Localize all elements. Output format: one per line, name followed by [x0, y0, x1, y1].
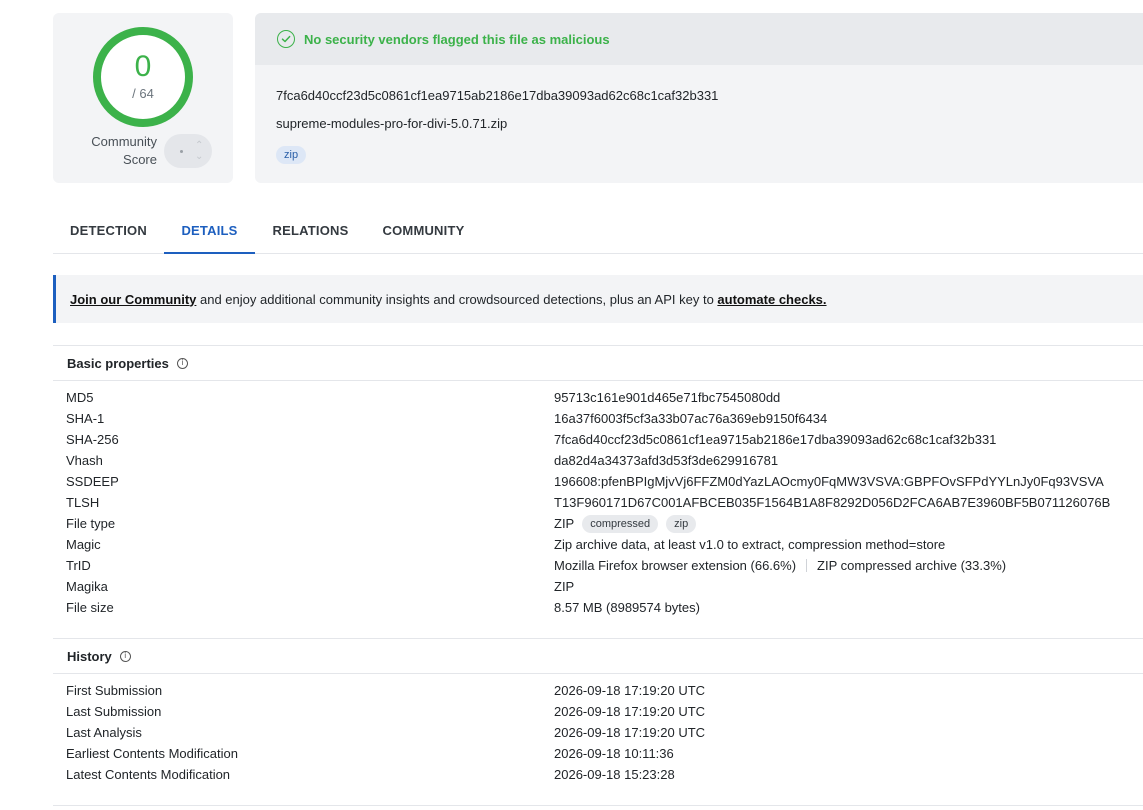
info-icon[interactable]: i: [119, 650, 131, 662]
tab-detection[interactable]: DETECTION: [53, 208, 164, 253]
section-title: History: [67, 648, 112, 664]
filetype-tag-compressed[interactable]: compressed: [582, 514, 659, 533]
check-circle-icon: [277, 30, 295, 48]
status-message: No security vendors flagged this file as…: [304, 31, 610, 47]
history-row-earliest-modification: Earliest Contents Modification 2026-09-1…: [66, 746, 674, 761]
section-title: Basic properties: [67, 355, 169, 371]
status-bar: No security vendors flagged this file as…: [255, 13, 1143, 65]
property-row-vhash: Vhash da82d4a34373afd3d53f3de629916781: [66, 453, 779, 468]
tab-community[interactable]: COMMUNITY: [366, 208, 481, 253]
property-row-md5: MD5 95713c161e901d465e71fbc7545080dd: [66, 390, 781, 405]
filetype-tag-zip[interactable]: zip: [666, 514, 697, 533]
file-tag[interactable]: zip: [276, 146, 307, 164]
history-row-latest-modification: Latest Contents Modification 2026-09-18 …: [66, 767, 675, 782]
history-row-last-analysis: Last Analysis 2026-09-18 17:19:20 UTC: [66, 725, 706, 740]
history-header[interactable]: History i: [53, 638, 1143, 674]
detection-count: 0: [134, 49, 152, 83]
banner-text: and enjoy additional community insights …: [196, 291, 718, 307]
basic-properties-list: MD5 95713c161e901d465e71fbc7545080dd SHA…: [66, 387, 1143, 618]
file-info-card: No security vendors flagged this file as…: [255, 13, 1143, 183]
automate-checks-link[interactable]: automate checks.: [717, 292, 826, 307]
trid-value-2: ZIP compressed archive (33.3%): [817, 558, 1007, 573]
history-row-first-submission: First Submission 2026-09-18 17:19:20 UTC: [66, 683, 706, 698]
history-row-last-submission: Last Submission 2026-09-18 17:19:20 UTC: [66, 704, 706, 719]
file-report-page: 0 / 64 Community Score ⌃ ⌄ No security ve…: [0, 0, 1143, 810]
tab-bar: DETECTION DETAILS RELATIONS COMMUNITY: [53, 208, 1143, 254]
property-row-sha256: SHA-256 7fca6d40ccf23d5c0861cf1ea9715ab2…: [66, 432, 997, 447]
community-score-label: Community Score: [91, 134, 157, 167]
file-hash: 7fca6d40ccf23d5c0861cf1ea9715ab2186e17db…: [276, 88, 719, 103]
property-row-tlsh: TLSH T13F960171D67C001AFBCEB035F1564B1A8…: [66, 495, 1111, 510]
tab-details[interactable]: DETAILS: [164, 208, 255, 254]
trid-value-1: Mozilla Firefox browser extension (66.6%…: [554, 558, 797, 573]
detection-score-ring: 0 / 64: [93, 27, 193, 127]
property-row-trid: TrID Mozilla Firefox browser extension (…: [66, 558, 1007, 573]
file-name: supreme-modules-pro-for-divi-5.0.71.zip: [276, 116, 508, 131]
info-icon[interactable]: i: [176, 357, 188, 369]
filetype-value: ZIP: [554, 516, 575, 531]
property-row-filetype: File type ZIP compressed zip: [66, 513, 1143, 534]
property-row-filesize: File size 8.57 MB (8989574 bytes): [66, 600, 700, 615]
community-banner: Join our Community and enjoy additional …: [53, 275, 1143, 323]
join-community-link[interactable]: Join our Community: [70, 292, 196, 307]
detection-score-card: 0 / 64 Community Score ⌃ ⌄: [53, 13, 233, 183]
divider: [806, 559, 808, 572]
property-row-sha1: SHA-1 16a37f6003f5cf3a33b07ac76a369eb915…: [66, 411, 828, 426]
community-score-toggle[interactable]: ⌃ ⌄: [164, 134, 212, 168]
history-list: First Submission 2026-09-18 17:19:20 UTC…: [66, 680, 1143, 785]
tab-relations[interactable]: RELATIONS: [255, 208, 366, 253]
property-row-ssdeep: SSDEEP 196608:pfenBPIgMjvVj6FFZM0dYazLAO…: [66, 474, 1104, 489]
basic-properties-header[interactable]: Basic properties i: [53, 345, 1143, 381]
property-row-magic: Magic Zip archive data, at least v1.0 to…: [66, 537, 946, 552]
property-row-magika: Magika ZIP: [66, 579, 575, 594]
chevron-updown-icon: ⌃ ⌄: [195, 140, 204, 162]
engine-total: / 64: [132, 85, 154, 101]
score-dot-icon: [180, 150, 183, 153]
section-divider: [53, 805, 1143, 806]
